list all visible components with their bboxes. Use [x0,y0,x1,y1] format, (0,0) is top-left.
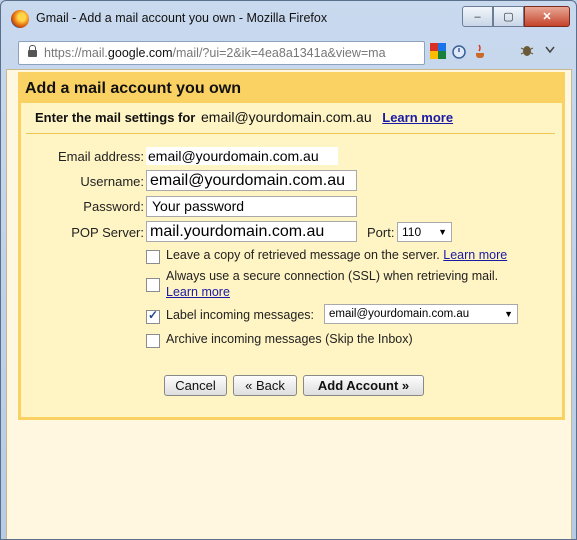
page-content: Add a mail account you own Enter the mai… [6,69,572,539]
firefox-icon [11,10,29,28]
cancel-button[interactable]: Cancel [164,375,227,396]
port-select[interactable]: 110 ▼ [397,222,452,242]
java-icon[interactable] [472,43,488,59]
timer-icon[interactable] [451,43,467,59]
lock-icon [28,45,37,57]
browser-window: Gmail - Add a mail account you own - Moz… [0,0,577,540]
window-controls: – ▢ ✕ [462,6,570,27]
port-label: Port: [367,225,395,240]
email-value: email@yourdomain.com.au [146,147,338,165]
email-label: Email address: [58,149,144,164]
label-select[interactable]: email@yourdomain.com.au ▼ [324,304,518,324]
learn-more-link[interactable]: Learn more [382,110,453,125]
password-label: Password: [83,199,144,214]
dialog-heading: Add a mail account you own [21,75,562,103]
ssl-label: Always use a secure connection (SSL) whe… [166,269,499,283]
dialog-subtitle: Enter the mail settings for email@yourdo… [35,109,453,125]
address-bar: https://mail.google.com/mail/?ui=2&ik=4e… [6,40,569,66]
port-value: 110 [402,225,422,239]
pop-server-input[interactable]: mail.yourdomain.com.au [146,221,357,242]
add-account-dialog: Add a mail account you own Enter the mai… [18,72,565,420]
divider [26,133,555,134]
url-rest: /mail/?ui=2&ik=4ea8a1341a&view=ma [172,46,386,60]
username-input[interactable]: email@yourdomain.com.au [146,170,357,191]
url-domain: google.com [107,46,173,60]
chevron-down-icon: ▼ [438,227,447,237]
label-incoming-checkbox[interactable] [146,308,160,324]
chevron-down-icon[interactable] [544,43,556,60]
bug-icon[interactable] [520,43,534,60]
leave-copy-text: Leave a copy of retrieved message on the… [166,248,440,262]
addon-icons [430,43,488,59]
leave-copy-checkbox[interactable] [146,250,160,264]
archive-label: Archive incoming messages (Skip the Inbo… [166,332,413,346]
subtitle-email: email@yourdomain.com.au [201,109,372,125]
password-input[interactable]: Your password [146,196,357,217]
minimize-button[interactable]: – [462,6,493,27]
close-button[interactable]: ✕ [524,6,570,27]
subtitle-prefix: Enter the mail settings for [35,110,196,125]
username-row: Username: [21,170,144,192]
pop-row: POP Server: [21,221,144,243]
window-title: Gmail - Add a mail account you own - Moz… [36,11,328,25]
email-row: Email address: [21,146,144,168]
ssl-checkbox[interactable] [146,278,160,292]
password-row: Password: [21,196,144,218]
chevron-down-icon: ▼ [504,309,513,319]
back-button[interactable]: « Back [233,375,297,396]
ssl-learn-more[interactable]: Learn more [166,285,230,299]
leave-copy-learn-more[interactable]: Learn more [443,248,507,262]
leave-copy-label: Leave a copy of retrieved message on the… [166,248,507,262]
maximize-button[interactable]: ▢ [493,6,524,27]
url-field[interactable]: https://mail.google.com/mail/?ui=2&ik=4e… [18,41,425,65]
username-label: Username: [80,174,144,189]
google-icon[interactable] [430,43,446,59]
label-select-value: email@yourdomain.com.au [329,308,470,320]
archive-checkbox[interactable] [146,334,160,348]
url-prefix: https://mail. [44,46,108,60]
pop-label: POP Server: [71,225,144,240]
title-bar[interactable]: Gmail - Add a mail account you own - Moz… [1,1,576,35]
label-incoming-label: Label incoming messages: [166,308,314,322]
toolbar-right [520,43,556,60]
add-account-button[interactable]: Add Account » [303,375,424,396]
